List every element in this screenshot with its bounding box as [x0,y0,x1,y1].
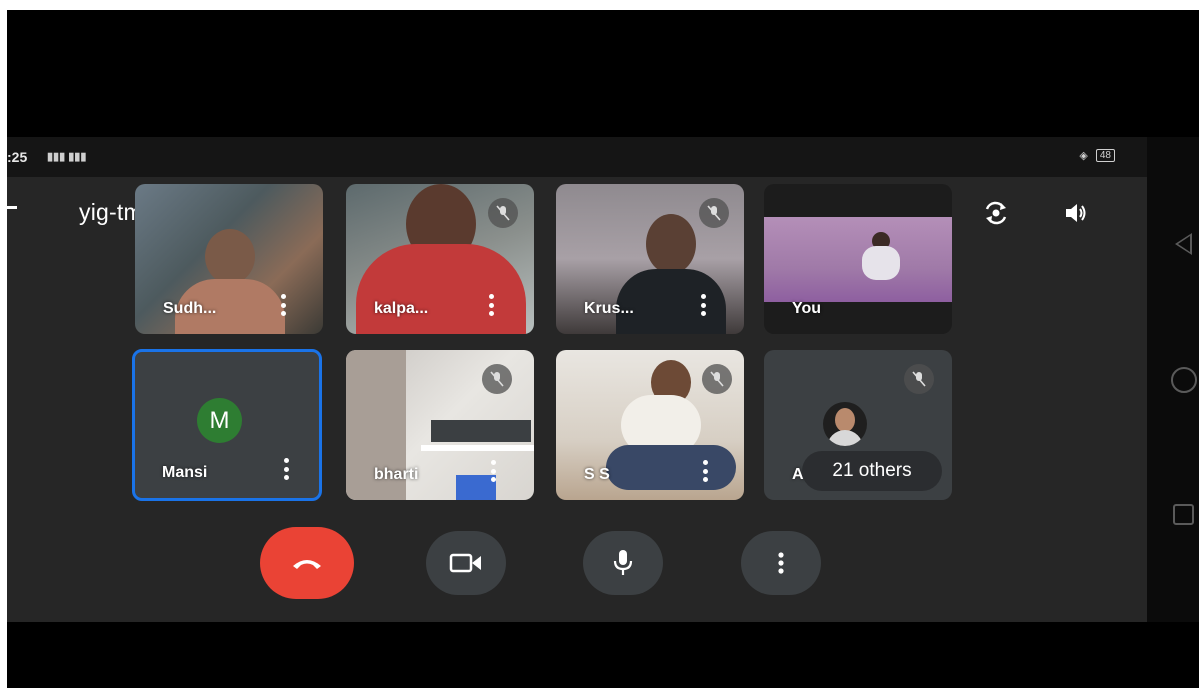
participant-name: Mansi [162,464,208,481]
nav-back-icon[interactable] [1175,233,1192,255]
status-time: :25 [7,149,28,165]
participant-video [205,229,255,284]
vibrate-icon: ◈ [1079,150,1088,162]
participant-tile-others[interactable]: Aa 21 others [764,350,952,500]
status-bar: :25 ▮▮▮ ▮▮▮ ◈ 48 [7,137,1147,177]
avatar [823,402,867,446]
participant-video [646,214,696,274]
participant-name: S S [584,466,610,483]
more-options-icon[interactable] [702,460,708,482]
participant-video [862,246,900,280]
more-options-icon[interactable] [488,294,494,316]
more-vertical-icon [778,552,784,574]
mic-off-icon [482,364,512,394]
mic-off-icon [904,364,934,394]
participant-video [421,445,534,451]
participant-name: You [792,300,822,317]
others-count-badge[interactable]: 21 others [802,451,942,491]
system-nav-bar [1147,137,1199,622]
more-options-icon[interactable] [280,294,286,316]
switch-camera-icon[interactable] [980,197,1012,229]
participant-tile-active[interactable]: M Mansi [132,349,322,501]
participant-tile[interactable]: Krus... [556,184,744,334]
participant-tile[interactable]: kalpa... [346,184,534,334]
more-options-icon[interactable] [490,460,496,482]
more-options-icon[interactable] [283,458,289,480]
camera-toggle-button[interactable] [426,531,506,595]
participant-tile[interactable]: S S [556,350,744,500]
speaker-icon[interactable] [1060,197,1092,229]
participant-tile[interactable]: bharti [346,350,534,500]
participant-name: bharti [374,466,419,483]
back-arrow-icon[interactable] [7,206,17,209]
participant-name: Sudh... [163,300,217,317]
status-right: ◈ 48 [1079,149,1115,162]
end-call-button[interactable] [260,527,354,599]
participant-tile-self[interactable]: You [764,184,952,334]
participant-name: Krus... [584,300,634,317]
more-options-button[interactable] [741,531,821,595]
meet-call-screen: :25 ▮▮▮ ▮▮▮ ◈ 48 yig-tmdq-dbg ▶ Sudh... … [7,137,1147,622]
battery-indicator: 48 [1095,149,1115,162]
microphone-icon [613,550,633,575]
signal-icon: ▮▮▮ ▮▮▮ [47,151,87,163]
self-video [764,217,952,302]
mic-off-icon [488,198,518,228]
video-camera-icon [449,553,481,573]
participant-video [431,420,531,442]
participant-video [606,445,736,490]
participant-tile[interactable]: Sudh... [135,184,323,334]
nav-recents-icon[interactable] [1173,504,1194,525]
more-options-icon[interactable] [700,294,706,316]
avatar: M [197,398,242,443]
participant-name: kalpa... [374,300,429,317]
mic-toggle-button[interactable] [583,531,663,595]
mic-off-icon [702,364,732,394]
nav-home-icon[interactable] [1171,367,1197,393]
participant-video [356,244,526,334]
phone-hangup-icon [293,560,321,569]
mic-off-icon [699,198,729,228]
